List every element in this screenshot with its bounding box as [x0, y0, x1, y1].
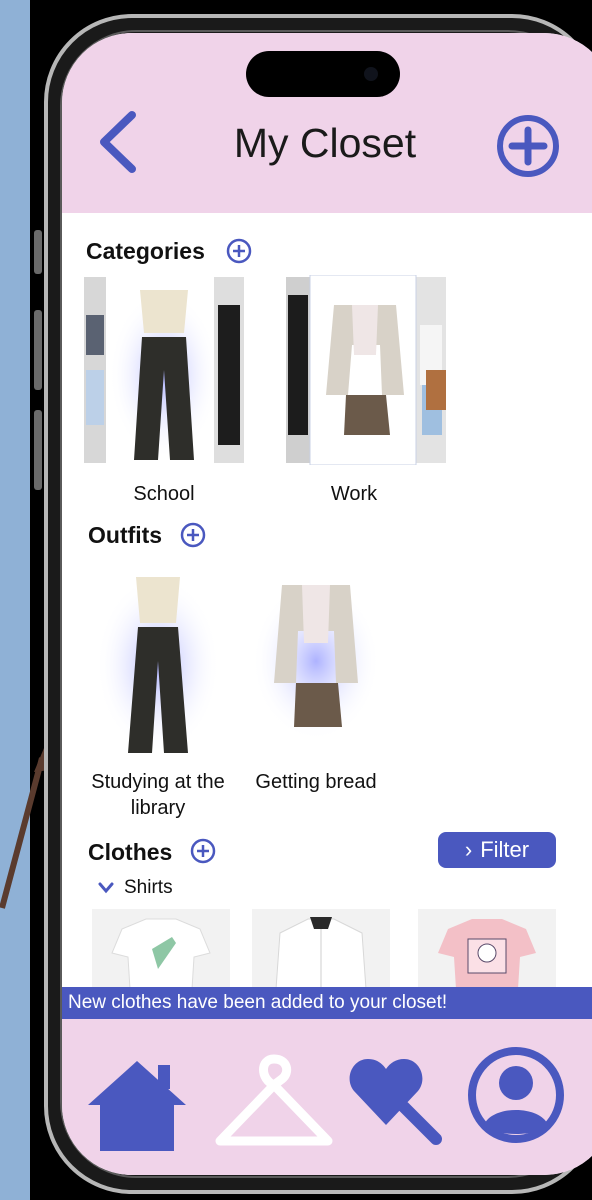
outfits-title: Outfits: [88, 522, 163, 548]
profile-icon[interactable]: [466, 1045, 566, 1145]
heart-search-icon[interactable]: [346, 1049, 446, 1149]
add-clothes-icon[interactable]: [190, 838, 216, 864]
category-card-school[interactable]: [84, 275, 244, 465]
outfit-label-bread: Getting bread: [255, 771, 377, 793]
dynamic-island: [246, 51, 400, 97]
notification-banner: New clothes have been added to your clos…: [62, 987, 592, 1019]
filter-button[interactable]: › Filter: [438, 832, 556, 868]
add-category-icon[interactable]: [226, 238, 252, 264]
filter-label: Filter: [480, 837, 530, 862]
clothing-item-white-shirt[interactable]: [252, 909, 390, 989]
home-icon[interactable]: [86, 1057, 188, 1153]
mute-switch: [34, 230, 42, 274]
shirts-group-label: Shirts: [124, 877, 173, 898]
shirts-group-toggle[interactable]: Shirts: [98, 877, 173, 899]
category-label-work: Work: [330, 483, 378, 505]
bottom-nav: [62, 1019, 592, 1175]
category-label-school: School: [133, 483, 195, 505]
outfit-card-library[interactable]: [90, 565, 226, 757]
header-bar: My Closet: [62, 33, 592, 213]
chevron-down-icon: [98, 882, 114, 894]
outfit-card-bread[interactable]: [248, 565, 384, 757]
clothing-item-white-tshirt[interactable]: [92, 909, 230, 989]
clothes-title: Clothes: [88, 839, 173, 865]
app-screen: My Closet Categories School Work Outfits…: [62, 33, 592, 1175]
clothing-item-pink-tshirt[interactable]: [418, 909, 556, 989]
plus-circle-icon[interactable]: [496, 114, 560, 178]
hanger-icon[interactable]: [212, 1053, 336, 1157]
outfit-label-library: Studying at the library: [91, 771, 225, 819]
add-outfit-icon[interactable]: [180, 522, 206, 548]
volume-down-button: [34, 410, 42, 490]
categories-title: Categories: [86, 238, 205, 264]
chevron-right-icon: ›: [464, 837, 473, 862]
volume-up-button: [34, 310, 42, 390]
category-card-work[interactable]: [286, 274, 446, 466]
